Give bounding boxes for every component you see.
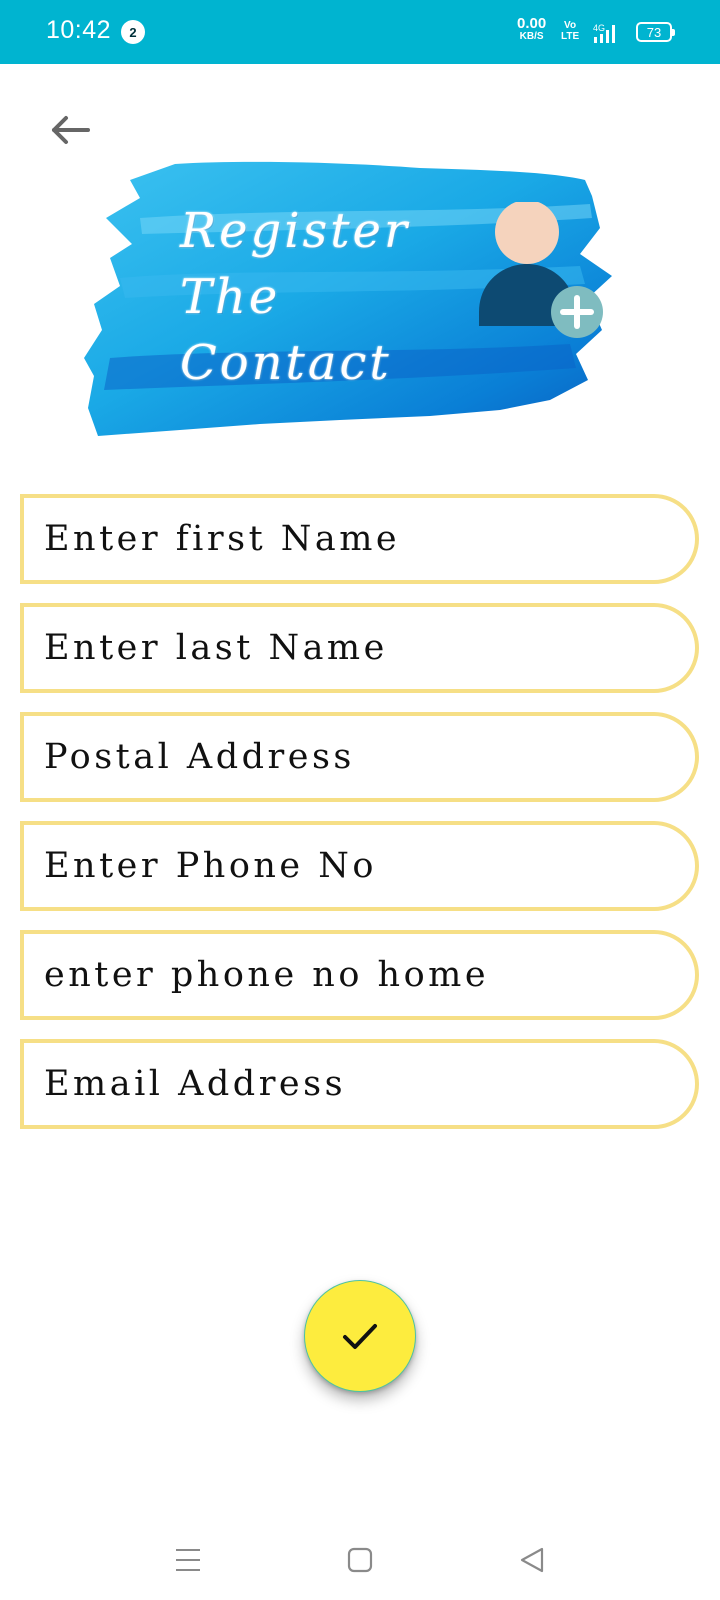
volte-indicator: Vo LTE [561, 20, 579, 42]
save-contact-button[interactable] [304, 1280, 416, 1392]
first-name-input[interactable] [24, 498, 695, 580]
banner-title: Register The Contact [180, 198, 410, 396]
banner-title-line-3: Contact [180, 335, 392, 391]
signal-strength-icon: 4G [593, 23, 615, 43]
postal-address-input[interactable] [24, 716, 695, 798]
phone-field[interactable] [20, 821, 699, 911]
battery-level: 73 [646, 24, 662, 40]
notification-count-badge: 2 [121, 20, 145, 44]
register-contact-banner: Register The Contact [80, 158, 630, 444]
system-navigation-bar [0, 1510, 720, 1600]
banner-title-line-2: The [180, 269, 281, 325]
add-contact-icon [479, 202, 603, 338]
phone-input[interactable] [24, 825, 695, 907]
volte-top: Vo [564, 20, 577, 31]
network-speed-value: 0.00 [517, 15, 547, 32]
status-bar: 10:42 2 0.00 KB/S Vo LTE 4G 73 [0, 0, 720, 64]
banner-title-line-1: Register [180, 203, 410, 259]
system-back-button[interactable] [512, 1540, 552, 1580]
volte-bottom: LTE [561, 31, 580, 42]
first-name-field[interactable] [20, 494, 699, 584]
network-speed: 0.00 KB/S [517, 15, 547, 43]
postal-address-field[interactable] [20, 712, 699, 802]
last-name-field[interactable] [20, 603, 699, 693]
recent-apps-button[interactable] [168, 1540, 208, 1580]
network-type-label: 4G [593, 23, 605, 33]
arrow-left-icon [52, 116, 90, 144]
network-speed-unit: KB/S [519, 31, 544, 42]
home-square-icon [347, 1547, 373, 1573]
back-triangle-icon [520, 1547, 544, 1573]
checkmark-icon [343, 1324, 377, 1349]
back-button[interactable] [44, 105, 100, 155]
phone-home-field[interactable] [20, 930, 699, 1020]
home-button[interactable] [340, 1540, 380, 1580]
email-input[interactable] [24, 1043, 695, 1125]
status-time: 10:42 [46, 16, 112, 44]
battery-icon: 73 [636, 22, 675, 42]
email-field[interactable] [20, 1039, 699, 1129]
phone-home-input[interactable] [24, 934, 695, 1016]
last-name-input[interactable] [24, 607, 695, 689]
menu-icon [176, 1549, 200, 1571]
